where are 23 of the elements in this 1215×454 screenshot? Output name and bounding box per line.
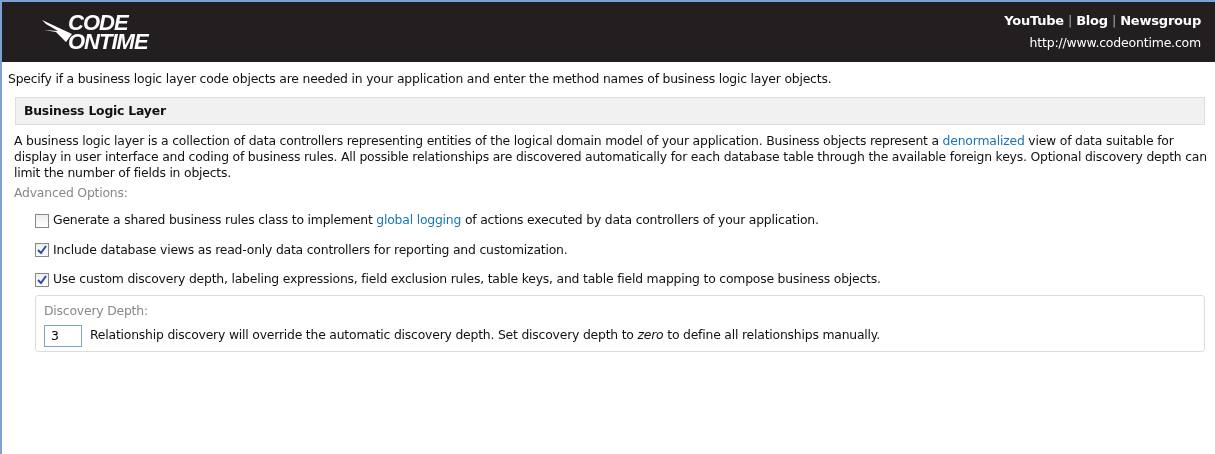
intro-text: Specify if a business logic layer code objects are needed in your application and enter the method names of business logic layer objects.: [8, 70, 833, 88]
section-description: A business logic layer is a collection of data controllers representing entities of the logical domain model of your application. Business objects represent a denormalized view of data suitable for display in user interface and coding of business rules. All possible relationships are discovered automatically for each database table through the available foreign keys. Optional discovery depth can limit the number of fields in objects.: [14, 133, 1207, 182]
discovery-depth-label: Discovery Depth:: [44, 302, 149, 321]
checkbox[interactable]: [35, 243, 49, 258]
logo-text: CODE: [68, 13, 129, 32]
section-header: Business Logic Layer: [15, 96, 1205, 126]
link[interactable]: denormalized: [942, 133, 1025, 149]
separator: |: [1111, 12, 1117, 28]
option-label: Generate a shared business rules class to implement global logging of actions executed by data controllers of your application.: [53, 211, 819, 230]
discovery-depth-hint: Relationship discovery will override the automatic discovery depth. Set discovery depth to zero to define all relationships manually.: [90, 326, 880, 345]
discovery-depth-field[interactable]: 3: [44, 324, 82, 347]
checkbox[interactable]: [35, 213, 49, 228]
site-url: http://www.codeontime.com: [1028, 34, 1201, 53]
link[interactable]: global logging: [376, 212, 462, 228]
header-link[interactable]: Blog: [1076, 12, 1108, 28]
separator: |: [1067, 12, 1073, 28]
advanced-options-label: Advanced Options:: [14, 183, 129, 202]
logo-text: ONTIME: [68, 32, 148, 51]
option-label: Use custom discovery depth, labeling expressions, field exclusion rules, table keys, and table field mapping to compose business objects.: [53, 270, 881, 289]
header-link[interactable]: YouTube: [1004, 12, 1064, 28]
option-label: Include database views as read-only data controllers for reporting and customization.: [53, 240, 568, 259]
header-link[interactable]: Newsgroup: [1120, 12, 1201, 28]
checkbox[interactable]: [35, 272, 49, 287]
